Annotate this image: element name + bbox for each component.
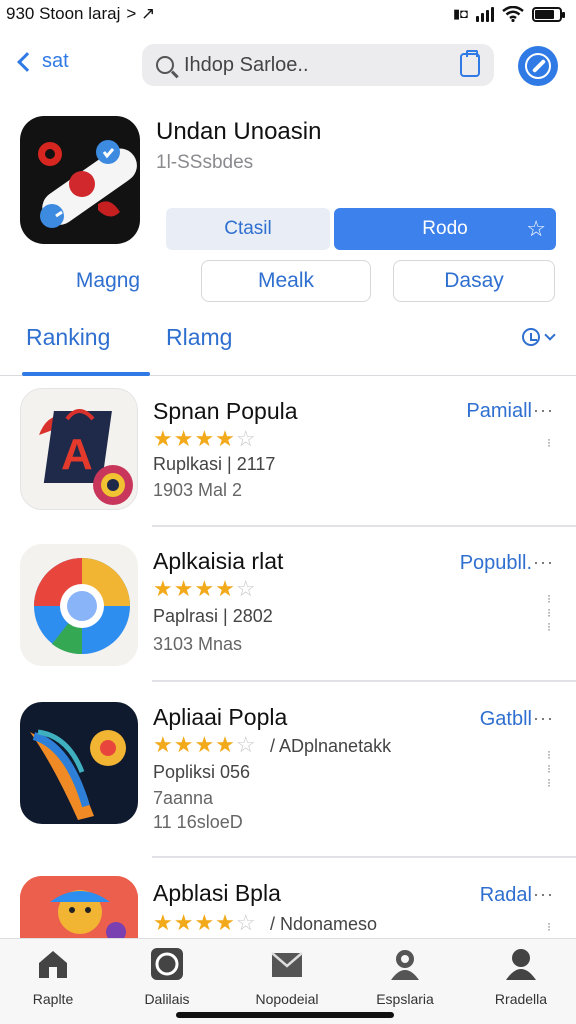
app-name: Apblasi Bpla bbox=[153, 880, 281, 906]
app-icon-1: A bbox=[20, 388, 138, 510]
tab-label: Rradella bbox=[494, 991, 548, 1007]
rating-stars: ★★★★☆ bbox=[153, 910, 257, 935]
tab-item-details[interactable]: Dalilais bbox=[112, 947, 222, 1007]
divider bbox=[152, 525, 576, 527]
svg-text:A: A bbox=[61, 430, 93, 479]
status-time: 930 Stoon laraj bbox=[6, 4, 121, 23]
tab-item-home[interactable]: Raplte bbox=[0, 947, 108, 1007]
tab-item-inbox[interactable]: Nopodeial bbox=[232, 947, 342, 1007]
tab-bar-top: Ranking Rlamg bbox=[0, 318, 576, 376]
back-chevron-icon bbox=[17, 51, 37, 72]
app-extra: / Ndonameso bbox=[270, 914, 378, 934]
wifi-icon bbox=[502, 6, 524, 22]
app-icon-3 bbox=[20, 702, 138, 824]
list-item[interactable]: Aplkaisia rlat ★★★★☆ Paplrasi | 2802 310… bbox=[0, 544, 576, 684]
featured-app-subtitle: 1l-SSsbdes bbox=[156, 152, 254, 173]
featured-app-title: Undan Unoasin bbox=[156, 118, 322, 145]
list-item[interactable]: A Spnan Popula ★★★★☆ Ruplkasi | 2117 190… bbox=[0, 388, 576, 528]
status-nav-arrows: > ↗ bbox=[126, 4, 156, 23]
compass-button[interactable] bbox=[518, 46, 558, 86]
home-icon bbox=[36, 947, 70, 981]
app-extra: / ADplnanetakk bbox=[270, 736, 392, 756]
tab-item-profile[interactable]: Rradella bbox=[466, 947, 576, 1007]
clock-icon bbox=[522, 328, 540, 346]
tab-label: Dalilais bbox=[144, 991, 190, 1007]
app-icon-2 bbox=[20, 544, 138, 666]
tab-label: Espslaria bbox=[376, 991, 434, 1007]
app-name: Spnan Popula bbox=[153, 398, 298, 424]
more-icon[interactable]: ··· bbox=[533, 400, 554, 421]
app-action-button[interactable]: Popubll. bbox=[460, 552, 532, 575]
more-icon[interactable]: ··· bbox=[533, 884, 554, 905]
app-meta-3: 11 16sloeD bbox=[153, 812, 243, 832]
drag-handle-icon: ⁝ bbox=[547, 436, 551, 450]
tab-label: Nopodeial bbox=[255, 991, 319, 1007]
app-meta-2: 3103 Mnas bbox=[153, 634, 243, 654]
circle-icon bbox=[150, 947, 184, 981]
app-store-page: 930 Stoon laraj > ↗ ▮◘ sat Ihdop Sarloe.… bbox=[0, 0, 576, 1024]
app-meta-1: Popliksi 056 bbox=[153, 762, 251, 782]
category-row: Magng Mealk Dasay bbox=[0, 260, 576, 302]
open-label: Rodo bbox=[422, 218, 468, 239]
rating-stars: ★★★★☆ bbox=[153, 576, 257, 601]
list-item[interactable]: Apliaai Popla ★★★★☆ / ADplnanetakk Popli… bbox=[0, 700, 576, 858]
app-name: Aplkaisia rlat bbox=[153, 548, 284, 574]
active-tab-indicator bbox=[22, 372, 150, 376]
more-icon[interactable]: ··· bbox=[533, 708, 554, 729]
app-meta-1: Ruplkasi | 2117 bbox=[153, 454, 276, 474]
rating-stars: ★★★★☆ bbox=[153, 732, 257, 757]
status-bar: 930 Stoon laraj > ↗ ▮◘ bbox=[0, 0, 576, 28]
clipboard-icon[interactable] bbox=[460, 50, 480, 77]
battery-icon bbox=[532, 6, 565, 22]
open-button[interactable]: Rodo ☆ bbox=[334, 208, 556, 250]
app-action-button[interactable]: Radal bbox=[480, 884, 532, 907]
app-meta-2: 7aanna bbox=[153, 788, 214, 808]
category-chip-1[interactable]: Mealk bbox=[201, 260, 371, 302]
divider bbox=[152, 680, 576, 682]
search-icon bbox=[156, 56, 174, 74]
drag-handle-icon: ⁝ ⁝ ⁝ bbox=[547, 748, 551, 790]
tab-item-search[interactable]: Espslaria bbox=[350, 947, 460, 1007]
lock-icon: ▮◘ bbox=[452, 6, 468, 21]
sort-button[interactable] bbox=[522, 328, 556, 346]
star-icon[interactable]: ☆ bbox=[526, 218, 546, 240]
app-name: Apliaai Popla bbox=[153, 704, 288, 730]
signal-icon bbox=[476, 6, 494, 22]
more-icon[interactable]: ··· bbox=[533, 552, 554, 573]
inbox-icon bbox=[270, 947, 304, 981]
tab-second[interactable]: Rlamg bbox=[166, 324, 232, 351]
app-action-button[interactable]: Gatbll bbox=[480, 708, 532, 731]
featured-app-icon[interactable] bbox=[20, 116, 140, 244]
search-field[interactable]: Ihdop Sarloe.. bbox=[142, 44, 494, 86]
header: sat Ihdop Sarloe.. bbox=[0, 36, 576, 96]
get-button[interactable]: Ctasil bbox=[166, 208, 330, 250]
drag-handle-icon: ⁝ bbox=[547, 920, 551, 934]
rating-stars: ★★★★☆ bbox=[153, 426, 257, 451]
app-meta-1: Paplrasi | 2802 bbox=[153, 606, 273, 626]
divider bbox=[152, 856, 576, 858]
profile-icon bbox=[504, 947, 538, 981]
back-label: sat bbox=[42, 50, 69, 72]
back-button[interactable]: sat bbox=[14, 50, 69, 73]
app-meta-2: 1903 Mal 2 bbox=[153, 480, 243, 500]
tab-ranking[interactable]: Ranking bbox=[26, 324, 110, 351]
home-indicator[interactable] bbox=[176, 1012, 394, 1018]
category-chip-2[interactable]: Dasay bbox=[393, 260, 555, 302]
compass-icon bbox=[525, 53, 551, 79]
person-icon bbox=[388, 947, 422, 981]
drag-handle-icon: ⁝ ⁝ ⁝ bbox=[547, 592, 551, 634]
category-link[interactable]: Magng bbox=[40, 260, 176, 302]
search-input[interactable]: Ihdop Sarloe.. bbox=[184, 54, 450, 77]
list-item[interactable]: Apblasi Bpla ★★★★☆ / Ndonameso Radal ···… bbox=[0, 876, 576, 998]
tab-label: Raplte bbox=[32, 991, 74, 1007]
chevron-down-icon bbox=[544, 329, 556, 341]
app-action-button[interactable]: Pamiall bbox=[466, 400, 532, 423]
